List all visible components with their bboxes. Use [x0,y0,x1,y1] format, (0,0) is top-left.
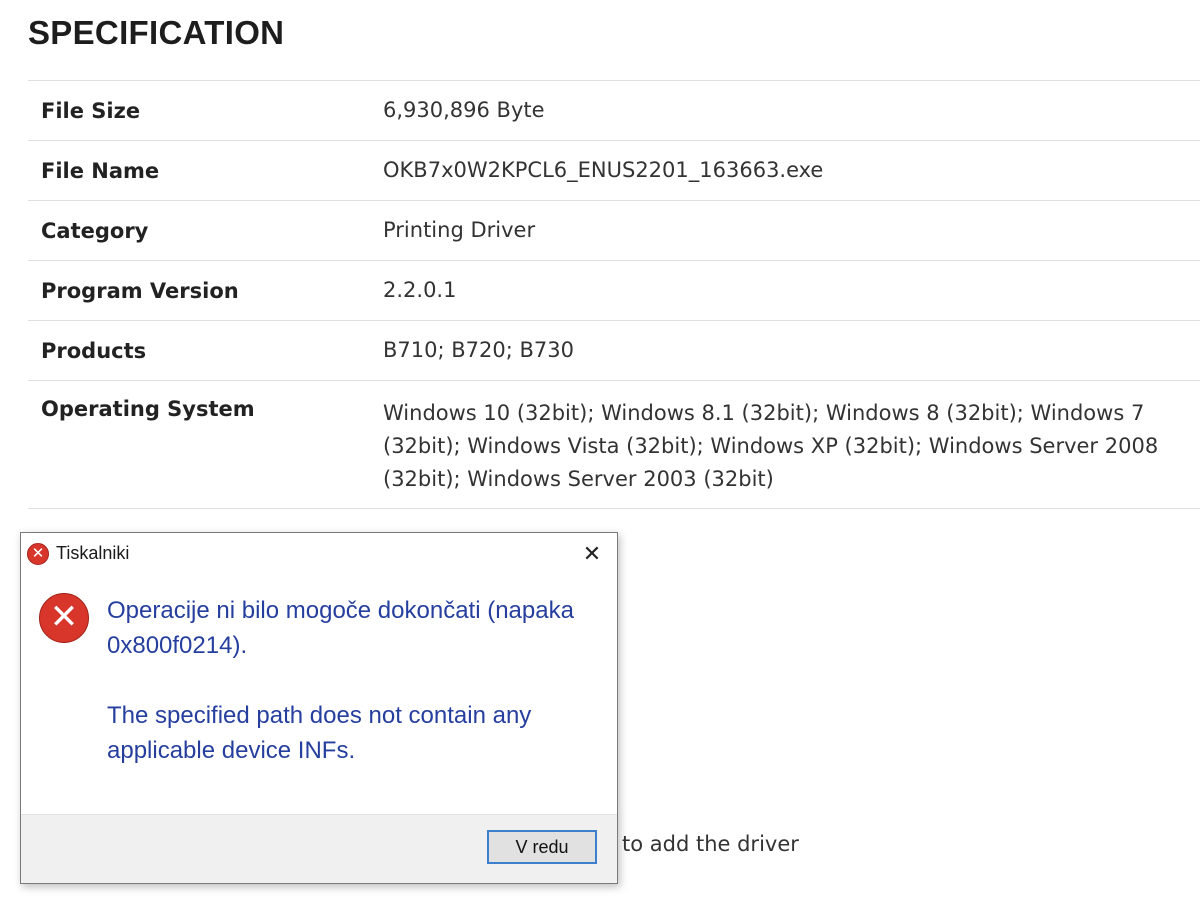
table-row: Products B710; B720; B730 [28,321,1200,381]
table-row: Operating System Windows 10 (32bit); Win… [28,381,1200,509]
row-value: B710; B720; B730 [383,338,574,362]
dialog-title: Tiskalniki [56,543,130,563]
table-row: File Name OKB7x0W2KPCL6_ENUS2201_163663.… [28,141,1200,201]
error-dialog: ✕ Tiskalniki ✕ ✕ Operacije ni bilo mogoč… [20,532,618,884]
error-icon: ✕ [27,543,49,565]
row-key: File Name [41,158,160,183]
ok-button[interactable]: V redu [487,830,597,864]
error-icon: ✕ [39,593,89,643]
row-value: Printing Driver [383,218,536,242]
row-value: 6,930,896 Byte [383,98,545,122]
row-value: 2.2.0.1 [383,278,457,302]
page-title: SPECIFICATION [28,14,285,51]
dialog-titlebar[interactable]: ✕ Tiskalniki ✕ [21,533,617,575]
specification-table: File Size 6,930,896 Byte File Name OKB7x… [28,80,1200,509]
error-message: Operacije ni bilo mogoče dokončati (napa… [107,597,574,659]
table-row: Program Version 2.2.0.1 [28,261,1200,321]
table-row: File Size 6,930,896 Byte [28,81,1200,141]
row-key: Category [41,218,149,243]
dialog-footer: V redu [21,814,617,883]
row-key: Operating System [41,397,255,421]
page-instruction-text: to add the driver [622,832,799,856]
close-icon[interactable]: ✕ [577,539,607,569]
error-detail: The specified path does not contain any … [107,702,532,764]
row-key: Products [41,338,147,363]
dialog-message: Operacije ni bilo mogoče dokončati (napa… [107,593,587,768]
row-value: Windows 10 (32bit); Windows 8.1 (32bit);… [383,401,1159,491]
row-key: File Size [41,98,141,123]
table-row: Category Printing Driver [28,201,1200,261]
row-value: OKB7x0W2KPCL6_ENUS2201_163663.exe [383,158,824,182]
row-key: Program Version [41,278,239,303]
